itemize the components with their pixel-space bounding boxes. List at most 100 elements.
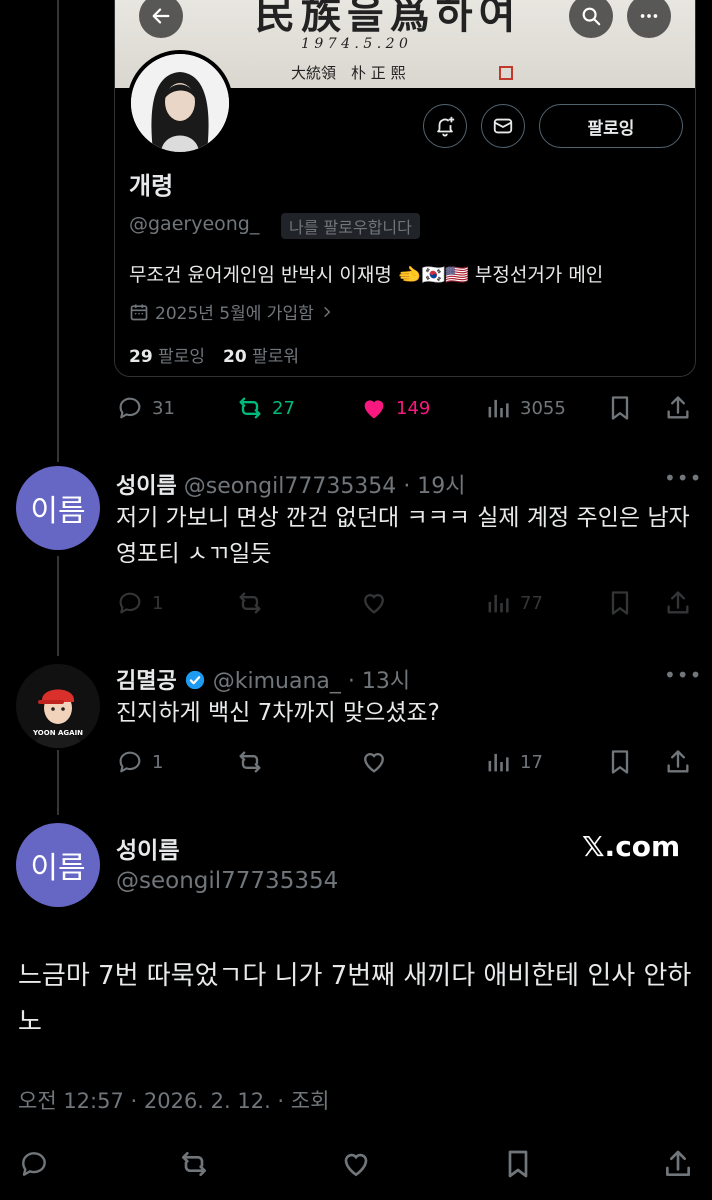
following-stat[interactable]: 29 팔로잉 — [129, 342, 205, 367]
calendar-icon — [130, 304, 148, 320]
view-count: 3055 — [520, 397, 566, 419]
bookmark-icon — [611, 396, 629, 420]
analytics-icon — [488, 594, 509, 613]
profile-bio: 무조건 윤어게인임 반박시 이재명 🫲🇰🇷🇺🇸 부정선거가 메인 — [129, 264, 604, 286]
main-reply-action[interactable] — [18, 1148, 50, 1180]
reply-2-reply-action[interactable]: 1 — [116, 748, 163, 776]
reply-1-bookmark-action[interactable] — [606, 589, 634, 617]
reply-1-like-action[interactable] — [360, 589, 388, 617]
reply-2-header: 김멸공 @kimuana_ · 13시 — [116, 663, 410, 695]
search-icon — [582, 7, 601, 26]
reply-1-share-action[interactable] — [664, 589, 692, 617]
reply-1-handle[interactable]: @seongil77735354 — [184, 474, 397, 499]
thread-line-mid — [57, 556, 59, 656]
analytics-icon — [488, 399, 509, 418]
bookmark-icon — [508, 1150, 528, 1178]
reply-2-share-action[interactable] — [664, 748, 692, 776]
reply-2-name[interactable]: 김멸공 — [116, 669, 177, 694]
like-action[interactable]: 149 — [360, 394, 430, 422]
followers-stat[interactable]: 20 팔로워 — [223, 342, 299, 367]
share-action[interactable] — [664, 394, 692, 422]
chevron-right-icon — [323, 306, 331, 317]
reply-2-avatar[interactable]: YOON AGAIN — [16, 664, 100, 748]
following-button[interactable]: 팔로잉 — [539, 104, 683, 148]
avatar-text: 이름 — [30, 494, 86, 529]
banner-calligraphy: 民族을爲하여 — [255, 0, 522, 38]
heart-filled-icon — [364, 400, 384, 419]
x-com-watermark: 𝕏.com — [582, 830, 681, 863]
reply-1-reply-action[interactable]: 1 — [116, 589, 163, 617]
main-repost-action[interactable] — [178, 1148, 210, 1180]
share-icon — [666, 1150, 690, 1176]
verified-badge-icon — [185, 670, 204, 690]
reply-icon — [119, 592, 141, 614]
share-icon — [667, 750, 689, 773]
avatar-caption: YOON AGAIN — [32, 729, 84, 737]
reply-action[interactable]: 31 — [116, 394, 175, 422]
reply-1-reply-count: 1 — [152, 592, 164, 614]
bell-plus-icon — [437, 116, 455, 137]
repost-icon — [239, 751, 261, 773]
reply-2-text: 진지하게 백신 7차까지 맞으셨죠? — [116, 700, 440, 726]
reply-1-avatar[interactable]: 이름 — [16, 466, 100, 550]
share-icon — [667, 396, 689, 419]
main-post-avatar[interactable]: 이름 — [16, 823, 100, 907]
repost-action[interactable]: 27 — [236, 394, 295, 422]
reply-2-reply-count: 1 — [152, 751, 164, 773]
reply-1-header: 성이름 @seongil77735354 · 19시 — [116, 468, 466, 500]
reply-icon — [119, 397, 141, 419]
heart-icon — [344, 1153, 368, 1177]
heart-icon — [364, 594, 384, 614]
envelope-icon — [493, 118, 513, 134]
main-post-text: 느금마 7번 따묵었ㄱ다 니가 7번째 새끼다 애비한테 인사 안하노 — [18, 961, 692, 1037]
views-action[interactable]: 3055 — [484, 394, 566, 422]
reply-2-like-action[interactable] — [360, 748, 388, 776]
heart-icon — [364, 753, 384, 773]
banner-signature: 大統領 朴 正 熙 — [291, 64, 406, 82]
bookmark-action[interactable] — [606, 394, 634, 422]
reply-count: 31 — [152, 397, 175, 419]
thread-line-bottom — [57, 750, 59, 815]
thread-line-top — [57, 0, 59, 462]
notification-subscribe-button[interactable] — [423, 104, 467, 148]
main-like-action[interactable] — [340, 1148, 372, 1180]
reply-1-repost-action[interactable] — [236, 589, 264, 617]
main-share-action[interactable] — [662, 1148, 694, 1180]
reply-1-view-count: 77 — [520, 592, 543, 614]
reply-2-bookmark-action[interactable] — [606, 748, 634, 776]
message-button[interactable] — [481, 104, 525, 148]
reply-2-views-action[interactable]: 17 — [484, 748, 543, 776]
reply-icon — [22, 1152, 46, 1176]
reply-1-views-action[interactable]: 77 — [484, 589, 543, 617]
reply-1-time[interactable]: · 19시 — [403, 474, 465, 499]
avatar-text: 이름 — [30, 851, 86, 886]
reply-2-repost-action[interactable] — [236, 748, 264, 776]
repost-icon — [239, 397, 261, 419]
main-post-handle[interactable]: @seongil77735354 — [116, 868, 338, 894]
repost-count: 27 — [272, 397, 295, 419]
reply-2-view-count: 17 — [520, 751, 543, 773]
profile-card[interactable]: 民族을爲하여 1 9 7 4 . 5 . 2 0 大統領 朴 正 熙 팔로잉 개… — [114, 0, 696, 377]
main-bookmark-action[interactable] — [502, 1148, 534, 1180]
reply-1-text: 저기 가보니 면상 깐건 없던대 ㅋㅋㅋ 실제 계정 주인은 남자 영포티 ㅅㄲ… — [116, 505, 690, 567]
avatar-portrait-icon — [131, 54, 229, 152]
reply-2-more-icon[interactable]: ••• — [664, 663, 702, 687]
joined-date-text: 2025년 5월에 가입함 — [155, 304, 314, 324]
main-post-name[interactable]: 성이름 — [116, 831, 179, 865]
bookmark-icon — [611, 591, 629, 615]
reply-1-more-icon[interactable]: ••• — [664, 466, 702, 490]
profile-handle: @gaeryeong_ — [129, 213, 260, 235]
banner-date: 1 9 7 4 . 5 . 2 0 — [301, 36, 408, 52]
reply-2-time[interactable]: · 13시 — [348, 669, 410, 694]
banner-seal — [499, 66, 513, 80]
arrow-left-icon — [152, 8, 170, 24]
profile-name: 개령 — [129, 172, 174, 200]
reply-icon — [119, 751, 141, 773]
main-post-timestamp[interactable]: 오전 12:57 · 2026. 2. 12. · 조회 — [18, 1085, 329, 1115]
follows-you-badge: 나를 팔로우합니다 — [281, 213, 420, 239]
reply-1-name[interactable]: 성이름 — [116, 474, 177, 499]
repost-icon — [182, 1152, 206, 1176]
profile-avatar[interactable] — [127, 50, 233, 156]
bookmark-icon — [611, 750, 629, 774]
reply-2-handle[interactable]: @kimuana_ — [213, 669, 341, 694]
